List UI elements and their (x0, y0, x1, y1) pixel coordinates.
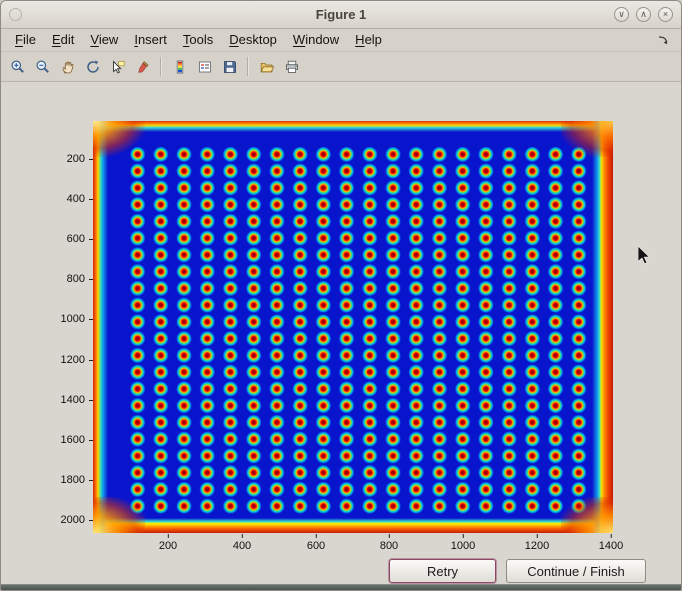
menu-view[interactable]: View (82, 29, 126, 51)
menu-tools[interactable]: Tools (175, 29, 221, 51)
figure-canvas: 200 400 600 800 1000 1200 1400 1600 1800… (1, 82, 681, 584)
y-tick-label: 2000 (61, 514, 85, 526)
menu-label-part: V (90, 32, 98, 47)
menu-insert[interactable]: Insert (126, 29, 175, 51)
minimize-button[interactable]: ∨ (614, 7, 629, 22)
menu-label-part: indow (305, 32, 339, 47)
y-tick-label: 200 (67, 153, 85, 165)
toolbar-zoom-out-button[interactable] (31, 55, 54, 78)
printer-icon (284, 59, 300, 75)
data-cursor-icon (110, 59, 126, 75)
x-tick-label: 600 (307, 540, 325, 552)
y-tick-label: 600 (67, 233, 85, 245)
figure-toolbar (1, 52, 681, 82)
menu-label-part: F (15, 32, 23, 47)
heatmap-image[interactable] (93, 121, 613, 533)
axes: 200 400 600 800 1000 1200 1400 1600 1800… (93, 121, 613, 533)
x-tick-label: 1400 (599, 540, 623, 552)
menu-label-part: ile (23, 32, 36, 47)
x-tick-label: 1200 (525, 540, 549, 552)
y-tick-label: 1200 (61, 354, 85, 366)
x-tick-label: 1000 (451, 540, 475, 552)
image-edge-top (93, 121, 613, 132)
menu-edit[interactable]: Edit (44, 29, 82, 51)
rotate-3d-icon (85, 59, 101, 75)
x-tick-label: 400 (233, 540, 251, 552)
brush-icon (135, 59, 151, 75)
menu-label-part: E (52, 32, 61, 47)
figure-window: Figure 1 ∨ ∧ × File Edit View Insert Too… (0, 0, 682, 591)
menu-overflow-arrow-icon[interactable] (657, 34, 671, 46)
zoom-in-icon (10, 59, 26, 75)
open-folder-icon (259, 59, 275, 75)
x-tick-label: 200 (159, 540, 177, 552)
menu-label-part: elp (365, 32, 382, 47)
image-edge-right (592, 121, 613, 533)
toolbar-print-button[interactable] (280, 55, 303, 78)
close-button[interactable]: × (658, 7, 673, 22)
mouse-cursor (638, 246, 652, 271)
toolbar-separator (247, 57, 249, 76)
zoom-out-icon (35, 59, 51, 75)
y-tick-label: 1400 (61, 394, 85, 406)
menu-label-part: iew (99, 32, 119, 47)
menu-label-part: W (293, 32, 305, 47)
y-tick-label: 1000 (61, 313, 85, 325)
menu-label-part: D (229, 32, 238, 47)
toolbar-insert-colorbar-button[interactable] (168, 55, 191, 78)
retry-button[interactable]: Retry (389, 559, 496, 583)
toolbar-open-button[interactable] (255, 55, 278, 78)
colorbar-icon (172, 59, 188, 75)
toolbar-save-button[interactable] (218, 55, 241, 78)
menu-label-part: nsert (138, 32, 167, 47)
toolbar-rotate3d-button[interactable] (81, 55, 104, 78)
x-tick-label: 800 (380, 540, 398, 552)
y-tick-label: 800 (67, 273, 85, 285)
toolbar-brush-button[interactable] (131, 55, 154, 78)
menu-label-part: ools (189, 32, 213, 47)
window-controls: ∨ ∧ × (614, 7, 673, 22)
image-edge-bottom (93, 518, 613, 533)
y-tick-label: 400 (67, 193, 85, 205)
menu-help[interactable]: Help (347, 29, 390, 51)
window-title: Figure 1 (1, 7, 681, 22)
maximize-button[interactable]: ∧ (636, 7, 651, 22)
spot-grid (126, 146, 591, 515)
menubar: File Edit View Insert Tools Desktop Wind… (1, 29, 681, 52)
menu-label-part: dit (61, 32, 75, 47)
toolbar-data-cursor-button[interactable] (106, 55, 129, 78)
menu-file[interactable]: File (7, 29, 44, 51)
toolbar-zoom-in-button[interactable] (6, 55, 29, 78)
image-edge-left (93, 121, 108, 533)
toolbar-pan-button[interactable] (56, 55, 79, 78)
y-tick-label: 1800 (61, 474, 85, 486)
menu-desktop[interactable]: Desktop (221, 29, 285, 51)
menu-label-part: H (355, 32, 364, 47)
legend-icon (197, 59, 213, 75)
toolbar-separator (160, 57, 162, 76)
save-floppy-icon (222, 59, 238, 75)
toolbar-insert-legend-button[interactable] (193, 55, 216, 78)
y-tick-label: 1600 (61, 434, 85, 446)
window-bottom-edge (1, 584, 681, 590)
continue-finish-button[interactable]: Continue / Finish (506, 559, 646, 583)
menu-label-part: esktop (239, 32, 277, 47)
pan-hand-icon (60, 59, 76, 75)
menu-window[interactable]: Window (285, 29, 347, 51)
titlebar: Figure 1 ∨ ∧ × (1, 1, 681, 29)
